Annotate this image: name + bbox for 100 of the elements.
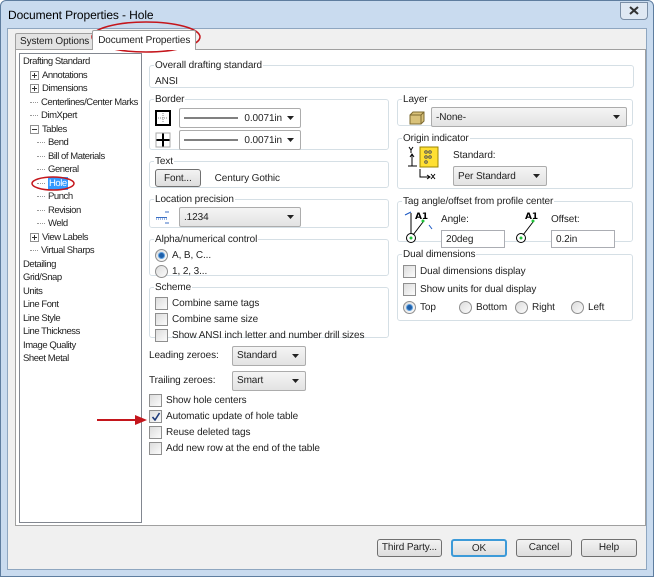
tree-item[interactable]: Dimensions	[42, 82, 88, 96]
radio-label: Top	[420, 300, 436, 314]
layer-icon	[409, 110, 425, 124]
expand-icon[interactable]	[30, 84, 39, 94]
tab[interactable]: Document Properties	[92, 30, 196, 50]
font-name: Century Gothic	[214, 172, 280, 186]
field-label: Offset:	[551, 213, 581, 227]
group-title: Alpha/numerical control	[154, 233, 258, 247]
checkbox[interactable]	[149, 394, 162, 406]
tree-item[interactable]: View Labels	[42, 230, 88, 244]
tree-item[interactable]: Line Font	[23, 298, 59, 312]
dropdown[interactable]: Smart	[232, 370, 306, 390]
tree-item[interactable]: Revision	[48, 204, 81, 217]
line-sample-icon	[184, 138, 238, 142]
group-title: Scheme	[154, 281, 192, 295]
dialog-button[interactable]: Third Party...	[376, 538, 442, 556]
font-button[interactable]: Font...	[155, 169, 201, 187]
dialog-button[interactable]: Help	[581, 538, 637, 556]
radio-label: Left	[588, 300, 604, 314]
radio-label: Bottom	[476, 300, 508, 314]
checkbox-label: Add new row at the end of the table	[166, 442, 320, 456]
tree-item[interactable]: Detailing	[23, 258, 56, 271]
input-field[interactable]: 0.2in	[551, 230, 615, 248]
checkbox[interactable]	[149, 426, 162, 438]
group-title: Overall drafting standard	[154, 59, 264, 73]
origin-axes-drawing	[407, 146, 439, 180]
tree-item[interactable]: Annotations	[42, 68, 88, 82]
checkbox[interactable]	[149, 410, 162, 422]
caret-icon	[287, 116, 294, 120]
tree-item[interactable]: Tables	[42, 122, 67, 136]
dropdown[interactable]: .1234	[179, 207, 301, 227]
caret-icon	[292, 354, 299, 358]
checkbox-label: Combine same tags	[172, 296, 260, 310]
dialog-button[interactable]: Cancel	[516, 538, 572, 556]
radio-button[interactable]	[403, 300, 416, 314]
expand-icon[interactable]	[30, 232, 39, 242]
outer-border-icon	[155, 110, 171, 126]
group-title: Border	[154, 93, 186, 107]
standard-value: ANSI	[155, 75, 179, 89]
dropdown[interactable]: Per Standard	[453, 166, 547, 186]
line-weight-dropdown[interactable]: 0.0071in	[179, 108, 301, 128]
checkbox-label: Dual dimensions display	[420, 264, 526, 278]
tree-item[interactable]: Bend	[48, 136, 68, 150]
tree-item[interactable]: DimXpert	[41, 109, 77, 122]
tree-item[interactable]: Line Thickness	[23, 325, 80, 338]
checkbox[interactable]	[149, 442, 162, 454]
tree-item[interactable]: Virtual Sharps	[41, 244, 94, 258]
radio-label: Right	[532, 300, 555, 314]
radio-button[interactable]	[515, 300, 528, 314]
tree-item[interactable]: Image Quality	[23, 338, 76, 352]
checkbox[interactable]	[155, 312, 168, 326]
radio-button[interactable]	[155, 264, 168, 278]
field-label: Standard:	[453, 149, 496, 163]
caret-icon	[287, 215, 294, 219]
precision-icon	[155, 210, 171, 224]
collapse-icon[interactable]	[30, 124, 39, 134]
dropdown[interactable]: Standard	[232, 346, 306, 366]
close-button[interactable]	[620, 2, 648, 20]
line-weight-dropdown[interactable]: 0.0071in	[179, 130, 301, 150]
tree-item[interactable]: Bill of Materials	[48, 150, 105, 163]
expand-icon[interactable]	[30, 70, 39, 80]
dropdown[interactable]: -None-	[431, 107, 627, 127]
group-title: Layer	[402, 93, 429, 107]
tree-item[interactable]: Centerlines/Center Marks	[41, 96, 138, 109]
checkbox-label: Combine same size	[172, 312, 258, 326]
checkbox-label: Show hole centers	[166, 394, 247, 408]
field-label: Angle:	[441, 213, 470, 227]
checkbox-label: Show ANSI inch letter and number drill sizes	[172, 328, 364, 342]
group-title: Location precision	[154, 193, 235, 207]
radio-label: A, B, C...	[172, 248, 212, 262]
tree-item[interactable]: Line Style	[23, 312, 60, 325]
checkbox[interactable]	[155, 328, 168, 342]
line-sample-icon	[184, 116, 238, 120]
tree-item[interactable]: Weld	[48, 217, 68, 230]
tree-item[interactable]: Grid/Snap	[23, 271, 62, 284]
radio-button[interactable]	[155, 248, 168, 262]
caret-icon	[533, 174, 540, 178]
group-title: Dual dimensions	[402, 248, 476, 262]
field-label: Trailing zeroes:	[149, 374, 216, 388]
tree-item[interactable]: Sheet Metal	[23, 352, 69, 366]
tree-item[interactable]: Punch	[48, 190, 73, 204]
checkbox-label: Show units for dual display	[420, 282, 536, 296]
check-icon	[150, 412, 160, 420]
caret-icon	[613, 115, 620, 119]
checkbox-label: Reuse deleted tags	[166, 426, 250, 440]
checkbox[interactable]	[155, 296, 168, 310]
radio-button[interactable]	[459, 300, 472, 314]
highlight-ellipse	[31, 176, 75, 191]
radio-button[interactable]	[571, 300, 584, 314]
tree-item[interactable]: Units	[23, 284, 42, 298]
field-label: Leading zeroes:	[149, 349, 220, 363]
tab[interactable]: System Options	[15, 33, 94, 49]
checkbox[interactable]	[403, 264, 416, 278]
window-title: Document Properties - Hole	[8, 6, 154, 24]
tree-item[interactable]: Drafting Standard	[23, 55, 90, 68]
input-field[interactable]: 20deg	[441, 230, 505, 248]
dialog-button[interactable]: OK	[451, 538, 507, 556]
caret-icon	[287, 138, 294, 142]
tree-item[interactable]: General	[48, 163, 79, 176]
checkbox[interactable]	[403, 282, 416, 296]
